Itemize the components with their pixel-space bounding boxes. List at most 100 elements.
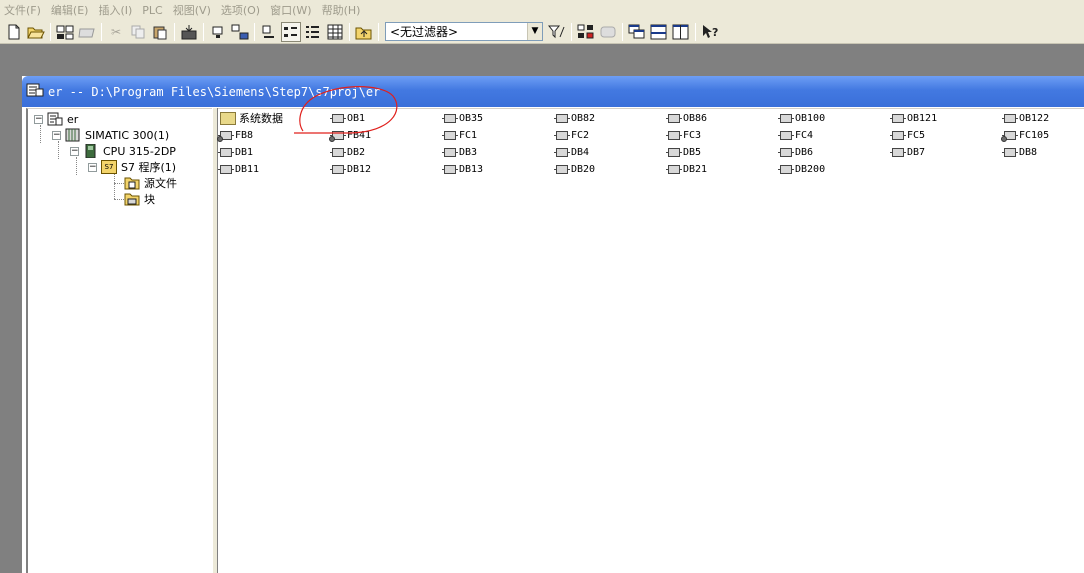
- menu-insert[interactable]: 插入(I): [94, 2, 138, 18]
- offline-icon[interactable]: [230, 22, 250, 42]
- source-folder-icon: [124, 176, 140, 190]
- block-icon: [1002, 147, 1018, 157]
- title-bar[interactable]: er -- D:\Program Files\Siemens\Step7\s7p…: [22, 76, 1084, 107]
- toolbar: ✂ <无过滤器> ▼ ?: [0, 20, 1084, 44]
- open-folder-icon[interactable]: [26, 22, 46, 42]
- block-item[interactable]: DB21: [666, 162, 707, 176]
- paste-icon[interactable]: [150, 22, 170, 42]
- block-label: OB35: [459, 112, 484, 124]
- menu-window[interactable]: 窗口(W): [266, 2, 317, 18]
- block-item[interactable]: OB35: [442, 111, 484, 125]
- block-label: FC2: [571, 129, 590, 141]
- cut-icon[interactable]: ✂: [106, 22, 126, 42]
- block-item[interactable]: OB122: [1002, 111, 1049, 125]
- up-one-level-icon[interactable]: [354, 22, 374, 42]
- project-icon: [47, 112, 63, 126]
- menu-file[interactable]: 文件(F): [0, 2, 47, 18]
- block-label: DB200: [795, 163, 826, 175]
- block-item[interactable]: OB121: [890, 111, 938, 125]
- block-icon: [666, 130, 682, 140]
- memory-card-icon[interactable]: [77, 22, 97, 42]
- tile-horizontal-icon[interactable]: [649, 22, 669, 42]
- toolbar-separator: [349, 22, 350, 41]
- block-item[interactable]: DB11: [218, 162, 259, 176]
- block-label: FB41: [347, 129, 372, 141]
- new-file-icon[interactable]: [4, 22, 24, 42]
- tree-item-station[interactable]: − SIMATIC 300(1): [52, 127, 169, 143]
- small-icons-icon[interactable]: [281, 21, 301, 42]
- tree-item-project[interactable]: − er: [34, 111, 78, 127]
- block-item[interactable]: DB8: [1002, 145, 1037, 159]
- block-item[interactable]: DB13: [442, 162, 483, 176]
- collapse-icon[interactable]: −: [34, 114, 43, 124]
- block-icon: [554, 113, 570, 123]
- tree-connector: [114, 183, 124, 184]
- block-item[interactable]: DB20: [554, 162, 595, 176]
- menu-help[interactable]: 帮助(H): [318, 2, 367, 18]
- copy-icon[interactable]: [128, 22, 148, 42]
- block-item[interactable]: DB1: [218, 145, 253, 159]
- menu-plc[interactable]: PLC: [138, 4, 168, 17]
- block-icon: [890, 130, 906, 140]
- context-help-icon[interactable]: ?: [700, 22, 720, 42]
- cascade-icon[interactable]: [627, 22, 647, 42]
- block-icon: [666, 147, 682, 157]
- block-item[interactable]: OB82: [554, 111, 595, 125]
- tree-connector: [114, 199, 124, 200]
- netpro-icon[interactable]: [576, 22, 596, 42]
- simulation-icon[interactable]: [598, 22, 618, 42]
- block-item[interactable]: FC3: [666, 128, 701, 142]
- block-label: DB12: [347, 163, 372, 175]
- list-view-icon[interactable]: [303, 22, 323, 42]
- block-label: DB2: [347, 146, 366, 158]
- block-item[interactable]: FC1: [442, 128, 477, 142]
- block-item[interactable]: DB200: [778, 162, 826, 176]
- block-item[interactable]: DB5: [666, 145, 701, 159]
- online-icon[interactable]: [208, 22, 228, 42]
- block-icon: [554, 164, 570, 174]
- collapse-icon[interactable]: −: [70, 146, 79, 156]
- block-item[interactable]: DB4: [554, 145, 589, 159]
- large-icons-icon[interactable]: [259, 22, 279, 42]
- tile-vertical-icon[interactable]: [671, 22, 691, 42]
- block-icon: [554, 130, 570, 140]
- collapse-icon[interactable]: −: [52, 130, 61, 140]
- block-item[interactable]: DB12: [330, 162, 372, 176]
- block-item[interactable]: FC105: [1001, 128, 1049, 142]
- block-item[interactable]: FC4: [778, 128, 814, 142]
- tree-item-blocks[interactable]: 块: [124, 191, 155, 207]
- block-item[interactable]: FB8: [217, 128, 253, 142]
- details-view-icon[interactable]: [325, 22, 345, 42]
- block-label: OB121: [907, 112, 938, 124]
- block-item[interactable]: FC5: [890, 128, 925, 142]
- accessible-nodes-icon[interactable]: [55, 22, 75, 42]
- menu-view[interactable]: 视图(V): [169, 2, 217, 18]
- block-label: FC4: [795, 129, 814, 141]
- block-item[interactable]: DB2: [330, 145, 366, 159]
- tree-item-s7-program[interactable]: − S7 S7 程序(1): [88, 159, 176, 175]
- filter-select[interactable]: <无过滤器> ▼: [385, 22, 543, 41]
- download-icon[interactable]: [179, 22, 199, 42]
- svg-text:?: ?: [712, 26, 718, 39]
- tree-label-station: SIMATIC 300(1): [85, 128, 170, 142]
- collapse-icon[interactable]: −: [88, 162, 97, 172]
- block-item[interactable]: OB100: [778, 111, 826, 125]
- chevron-down-icon[interactable]: ▼: [527, 23, 542, 40]
- block-item[interactable]: 系统数据: [220, 111, 283, 125]
- block-item[interactable]: DB7: [890, 145, 925, 159]
- menu-edit[interactable]: 编辑(E): [47, 2, 95, 18]
- block-item[interactable]: DB6: [778, 145, 813, 159]
- block-label: OB100: [795, 112, 826, 124]
- block-item[interactable]: OB1: [330, 111, 365, 125]
- block-item[interactable]: FC2: [554, 128, 590, 142]
- block-item[interactable]: DB3: [442, 145, 477, 159]
- block-icon: [666, 113, 682, 123]
- block-icon: [442, 147, 458, 157]
- menu-options[interactable]: 选项(O): [217, 2, 266, 18]
- filter-icon[interactable]: [547, 22, 567, 42]
- tree-item-cpu[interactable]: − CPU 315-2DP: [70, 143, 176, 159]
- tree-label-s7-program: S7 程序(1): [121, 161, 177, 174]
- block-item[interactable]: OB86: [666, 111, 707, 125]
- tree-item-sources[interactable]: 源文件: [124, 175, 177, 191]
- block-item[interactable]: FB41: [329, 128, 372, 142]
